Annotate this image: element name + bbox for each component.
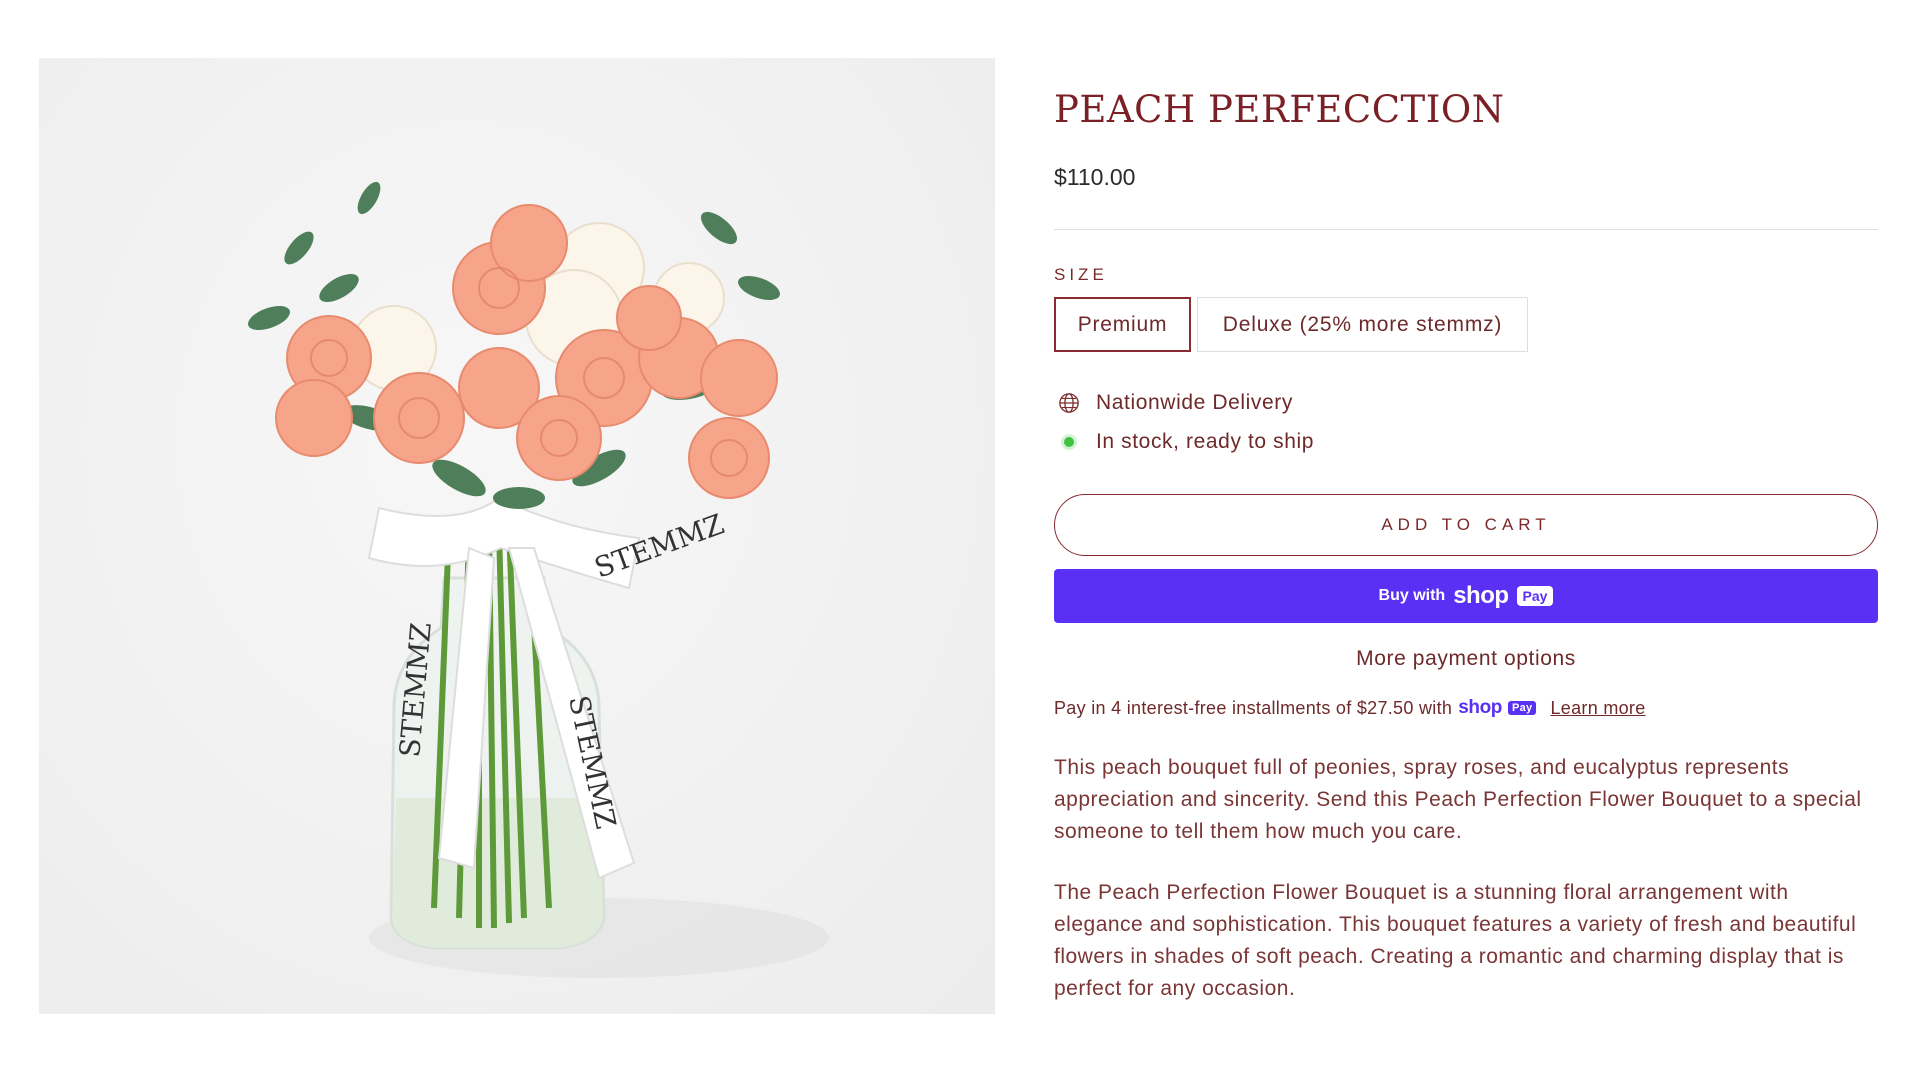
size-option-premium[interactable]: Premium [1054, 297, 1191, 352]
green-dot-icon [1058, 431, 1080, 453]
shop-pay-badge: Pay [1508, 701, 1537, 715]
shop-pay-logo: shop [1458, 697, 1502, 718]
divider [1054, 229, 1878, 230]
description-paragraph-2: The Peach Perfection Flower Bouquet is a… [1054, 881, 1857, 1000]
stock-status: In stock, ready to ship [1058, 430, 1314, 454]
installments-text: Pay in 4 interest-free installments of $… [1054, 697, 1453, 718]
product-info: PEACH PERFECCTION $110.00 SIZE Premium D… [1054, 0, 1878, 1080]
delivery-text: Nationwide Delivery [1096, 391, 1293, 414]
description-paragraph-1: This peach bouquet full of peonies, spra… [1054, 756, 1862, 843]
product-title: PEACH PERFECCTION [1054, 88, 1505, 131]
product-price: $110.00 [1054, 164, 1136, 190]
ribbon-text: STEMMZ [590, 507, 728, 584]
product-image[interactable]: STEMMZ STEMMZ STEMMZ [39, 58, 995, 1014]
size-options: Premium Deluxe (25% more stemmz) [1054, 297, 1528, 352]
learn-more-link[interactable]: Learn more [1550, 698, 1645, 719]
size-option-deluxe[interactable]: Deluxe (25% more stemmz) [1197, 297, 1528, 352]
delivery-info: Nationwide Delivery [1058, 391, 1293, 415]
shop-logo: shop [1453, 582, 1509, 609]
bouquet-illustration: STEMMZ STEMMZ STEMMZ [248, 181, 829, 978]
stock-text: In stock, ready to ship [1096, 430, 1315, 453]
buy-with-label: Buy with [1378, 587, 1446, 604]
buy-with-shop-pay-button[interactable]: Buy with shop Pay [1054, 569, 1878, 623]
globe-icon [1059, 393, 1079, 413]
add-to-cart-button[interactable]: ADD TO CART [1054, 494, 1878, 556]
pay-badge: Pay [1516, 586, 1554, 606]
more-payment-options-link[interactable]: More payment options [1054, 647, 1878, 671]
installments-banner: Pay in 4 interest-free installments of $… [1054, 697, 1646, 719]
size-label: SIZE [1054, 265, 1108, 284]
